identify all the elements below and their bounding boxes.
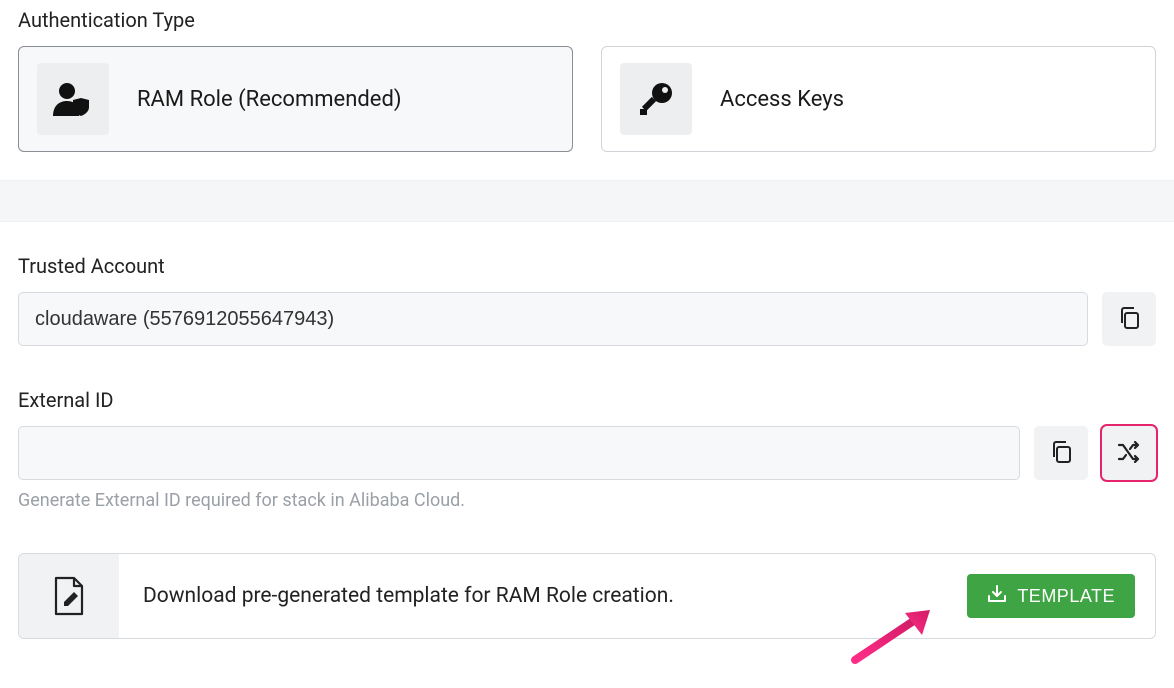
copy-icon [1118, 306, 1140, 333]
auth-option-ram-role[interactable]: RAM Role (Recommended) [18, 46, 573, 152]
download-template-button[interactable]: TEMPLATE [967, 574, 1135, 618]
trusted-account-input[interactable] [18, 292, 1088, 346]
template-description: Download pre-generated template for RAM … [119, 584, 967, 608]
copy-external-id-button[interactable] [1034, 426, 1088, 480]
trusted-account-label: Trusted Account [18, 254, 1156, 278]
external-id-input[interactable] [18, 426, 1020, 480]
auth-option-access-keys[interactable]: Access Keys [601, 46, 1156, 152]
template-download-card: Download pre-generated template for RAM … [18, 553, 1156, 639]
file-edit-icon [19, 554, 119, 638]
external-id-label: External ID [18, 388, 1156, 412]
copy-trusted-account-button[interactable] [1102, 292, 1156, 346]
auth-option-ram-role-label: RAM Role (Recommended) [137, 87, 402, 112]
external-id-helper-text: Generate External ID required for stack … [18, 490, 1156, 511]
copy-icon [1050, 440, 1072, 467]
section-divider [0, 180, 1174, 222]
auth-option-access-keys-label: Access Keys [720, 87, 844, 112]
shuffle-icon [1117, 441, 1141, 466]
authentication-type-heading: Authentication Type [18, 8, 1156, 32]
user-shield-icon [37, 63, 109, 135]
key-icon [620, 63, 692, 135]
download-template-button-label: TEMPLATE [1017, 586, 1115, 607]
download-icon [987, 585, 1007, 608]
generate-external-id-button[interactable] [1102, 426, 1156, 480]
